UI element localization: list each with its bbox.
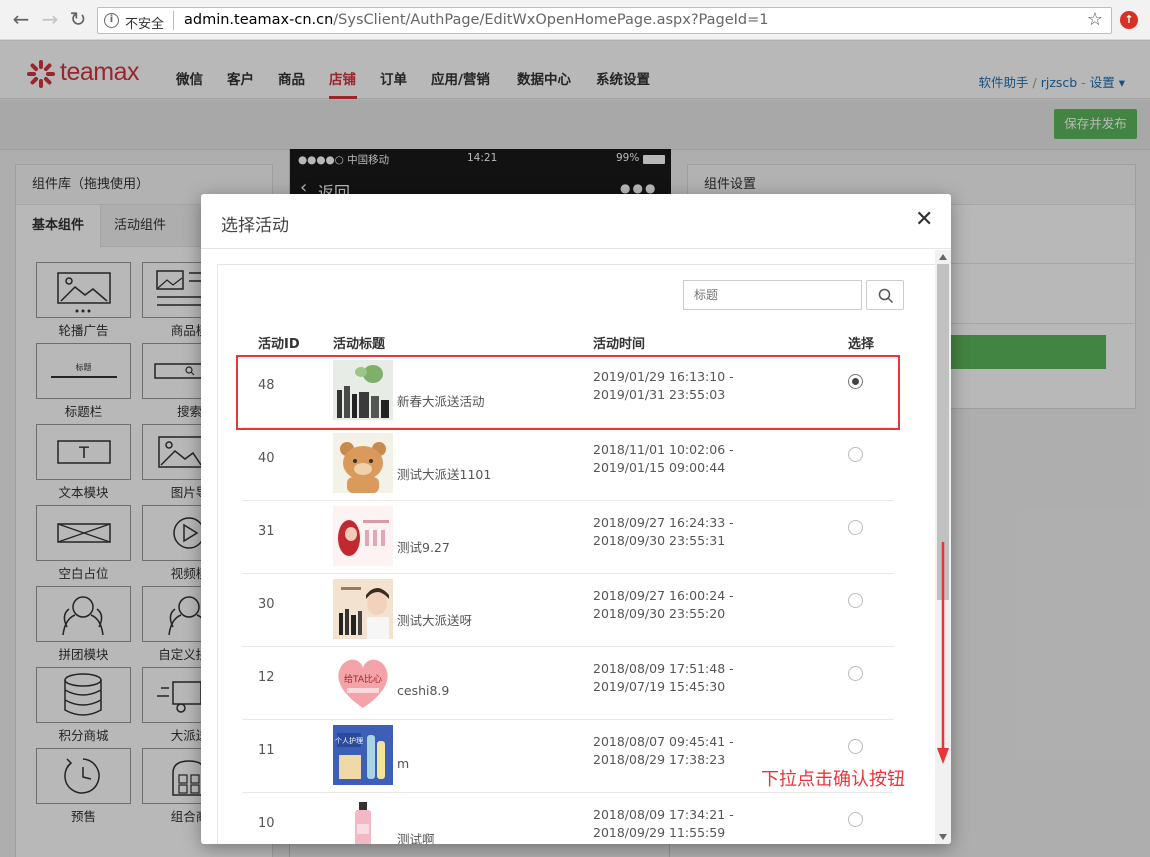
insecure-label: 不安全 <box>125 17 165 32</box>
annotation-text: 下拉点击确认按钮 <box>761 769 905 790</box>
url-text[interactable]: admin.teamax-cn.cn/SysClient/AuthPage/Ed… <box>184 12 769 28</box>
activity-id: 31 <box>258 524 275 539</box>
forward-arrow-icon[interactable]: → <box>38 8 62 32</box>
activity-thumbnail <box>333 579 393 639</box>
activity-thumbnail <box>333 798 393 844</box>
activity-time-start: 2018/08/07 09:45:41 - <box>593 734 734 749</box>
activity-time-end: 2018/08/29 17:38:23 <box>593 752 726 767</box>
activity-time-end: 2018/09/30 23:55:20 <box>593 606 726 621</box>
title-search-input[interactable] <box>683 280 862 310</box>
activity-title: 测试大派送呀 <box>397 613 473 628</box>
activity-thumbnail <box>333 433 393 493</box>
reload-icon[interactable]: ↻ <box>66 8 90 32</box>
select-radio[interactable] <box>848 520 863 535</box>
address-bar[interactable]: i 不安全 admin.teamax-cn.cn/SysClient/AuthP… <box>97 7 1112 34</box>
select-activity-modal: 选择活动 ✕ 活动ID 活动标题 活动时间 选择 48 新春大派送活动 2019… <box>201 194 951 844</box>
column-header-time: 活动时间 <box>593 337 646 352</box>
url-path: /SysClient/AuthPage/EditWxOpenHomePage.a… <box>333 12 769 28</box>
activity-time: 2018/11/01 10:02:06 - 2019/01/15 09:00:4… <box>593 441 734 477</box>
activity-thumbnail <box>333 506 393 566</box>
column-header-title: 活动标题 <box>333 337 386 352</box>
activity-time: 2018/09/27 16:00:24 - 2018/09/30 23:55:2… <box>593 587 734 623</box>
activity-id: 12 <box>258 670 275 685</box>
activity-time-end: 2019/07/19 15:45:30 <box>593 679 726 694</box>
heart-thumb-text: 给TA比心 <box>344 673 382 685</box>
search-button[interactable] <box>866 280 904 310</box>
activity-time: 2018/08/09 17:51:48 - 2019/07/19 15:45:3… <box>593 660 734 696</box>
address-separator <box>173 11 174 30</box>
modal-title: 选择活动 <box>221 216 289 236</box>
activity-time: 2018/09/27 16:24:33 - 2018/09/30 23:55:3… <box>593 514 734 550</box>
column-header-id: 活动ID <box>258 337 300 352</box>
table-row[interactable]: 40 测试大派送1101 2018/11/01 10:02:06 - 2019/… <box>242 428 894 501</box>
table-row[interactable]: 31 测试9.27 2018/09/27 16:24:33 - 2018/09/… <box>242 501 894 574</box>
activity-time-start: 2018/08/09 17:51:48 - <box>593 661 734 676</box>
search-icon <box>878 288 894 304</box>
activity-id: 40 <box>258 451 275 466</box>
table-row[interactable]: 30 测试大派送呀 2018/09/27 16:00:24 - 2018/09/… <box>242 574 894 647</box>
activity-thumbnail: 个人护理 <box>333 725 393 785</box>
annotation-arrow-icon <box>937 542 949 764</box>
activity-time-end: 2018/09/30 23:55:31 <box>593 533 726 548</box>
select-radio[interactable] <box>848 812 863 827</box>
selected-row-highlight <box>236 355 900 430</box>
activity-list-body: 活动ID 活动标题 活动时间 选择 48 新春大派送活动 2019/01/29 … <box>217 264 935 844</box>
activity-title: 测试啊 <box>397 832 435 844</box>
select-radio[interactable] <box>848 447 863 462</box>
activity-time-start: 2018/09/27 16:00:24 - <box>593 588 734 603</box>
activity-time-end: 2018/09/29 11:55:59 <box>593 825 726 840</box>
table-row[interactable]: 10 测试啊 2018/08/09 17:34:21 - 2018/09/29 … <box>242 793 894 844</box>
activity-time-start: 2018/09/27 16:24:33 - <box>593 515 734 530</box>
activity-time-start: 2018/11/01 10:02:06 - <box>593 442 734 457</box>
activity-id: 30 <box>258 597 275 612</box>
url-host: admin.teamax-cn.cn <box>184 12 334 28</box>
blue-thumb-text: 个人护理 <box>335 736 363 745</box>
activity-title: m <box>397 756 410 771</box>
modal-divider <box>201 248 951 249</box>
activity-time-start: 2018/08/09 17:34:21 - <box>593 807 734 822</box>
back-arrow-icon[interactable]: ← <box>9 8 33 32</box>
scroll-down-arrow-icon[interactable] <box>939 834 947 840</box>
scroll-up-arrow-icon[interactable] <box>939 254 947 260</box>
table-row[interactable]: 12 给TA比心 ceshi8.9 2018/08/09 17:51:48 - … <box>242 647 894 720</box>
activity-title: 测试9.27 <box>397 540 450 555</box>
extension-icon[interactable]: ↑ <box>1120 11 1138 29</box>
browser-toolbar: ← → ↻ i 不安全 admin.teamax-cn.cn/SysClient… <box>0 0 1150 40</box>
select-radio[interactable] <box>848 739 863 754</box>
bookmark-star-icon[interactable]: ☆ <box>1087 9 1103 30</box>
activity-title: 测试大派送1101 <box>397 467 492 482</box>
activity-time: 2018/08/07 09:45:41 - 2018/08/29 17:38:2… <box>593 733 734 769</box>
select-radio[interactable] <box>848 593 863 608</box>
activity-title: ceshi8.9 <box>397 683 450 698</box>
activity-id: 11 <box>258 743 275 758</box>
activity-time: 2018/08/09 17:34:21 - 2018/09/29 11:55:5… <box>593 806 734 842</box>
activity-thumbnail: 给TA比心 <box>333 652 393 712</box>
close-icon[interactable]: ✕ <box>915 207 933 232</box>
select-radio[interactable] <box>848 666 863 681</box>
activity-id: 10 <box>258 816 275 831</box>
activity-time-end: 2019/01/15 09:00:44 <box>593 460 726 475</box>
column-header-select: 选择 <box>848 337 875 352</box>
info-icon[interactable]: i <box>104 13 119 28</box>
